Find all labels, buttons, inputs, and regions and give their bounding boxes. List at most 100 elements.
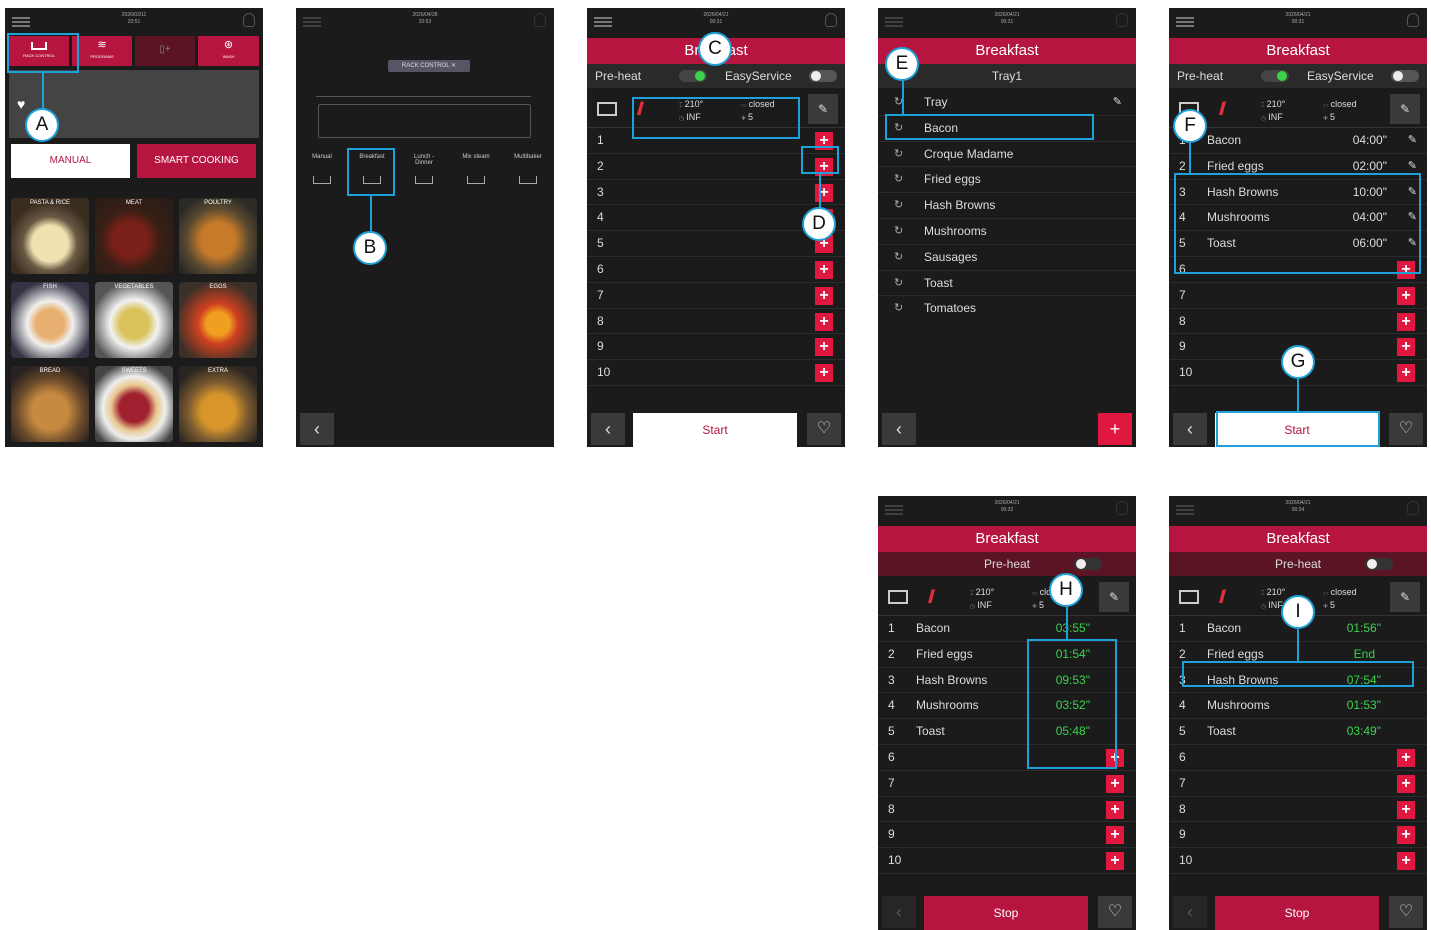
add-icon[interactable]: + (1397, 364, 1415, 383)
stop-button[interactable]: Stop (1215, 896, 1379, 930)
easyservice-toggle[interactable] (809, 70, 837, 82)
add-icon[interactable]: + (1106, 826, 1124, 845)
favorite-button[interactable]: ♡ (807, 413, 841, 445)
name-field[interactable] (318, 104, 531, 138)
back-button[interactable]: ‹ (300, 413, 334, 445)
mode-manual[interactable]: Manual (302, 154, 342, 184)
add-icon[interactable]: + (1397, 852, 1415, 871)
add-icon[interactable]: + (1106, 774, 1124, 793)
table-row[interactable]: 5 Toast 03:49" (1169, 719, 1427, 745)
recipe-item[interactable]: ↻ Toast (878, 271, 1136, 297)
add-icon[interactable]: + (1397, 338, 1415, 357)
category-pasta-rice[interactable]: PASTA & RICE (11, 198, 89, 274)
add-icon[interactable]: + (1397, 286, 1415, 305)
add-icon[interactable]: + (815, 183, 833, 202)
table-row[interactable]: 1Bacon04:00"✎ (1169, 128, 1427, 154)
add-icon[interactable]: + (1106, 800, 1124, 819)
back-button[interactable]: ‹ (1173, 896, 1207, 928)
recipe-item[interactable]: ↻ Fried eggs (878, 167, 1136, 194)
back-button[interactable]: ‹ (591, 413, 625, 445)
favorite-button[interactable]: ♡ (1098, 896, 1132, 928)
add-icon[interactable]: + (815, 338, 833, 357)
back-button[interactable]: ‹ (882, 413, 916, 445)
edit-icon[interactable]: ✎ (1390, 94, 1420, 124)
steam-icon: ≋ (97, 39, 107, 51)
table-row[interactable]: 1 Bacon 03:55" (878, 616, 1136, 642)
category-fish[interactable]: FISH (11, 282, 89, 358)
page-title: Breakfast (878, 526, 1136, 552)
recipe-item[interactable]: ↻ Tray ✎ (878, 90, 1136, 116)
add-icon[interactable]: + (815, 260, 833, 279)
category-extra[interactable]: EXTRA (179, 366, 257, 442)
tab-programs[interactable]: ≋ PROGRAMS (72, 36, 132, 66)
light-bulb-icon[interactable] (825, 13, 837, 27)
mode-list: Manual Breakfast Lunch - Dinner Mix stea… (296, 154, 554, 194)
callout-box-g (1216, 411, 1380, 447)
category-poultry[interactable]: POULTRY (179, 198, 257, 274)
favorite-button[interactable]: ♡ (1389, 413, 1423, 445)
edit-icon[interactable]: ✎ (1113, 90, 1122, 115)
edit-icon[interactable]: ✎ (1099, 582, 1129, 612)
rack-control-chip[interactable]: RACK CONTROL ✕ (388, 60, 470, 72)
light-bulb-icon[interactable] (1116, 13, 1128, 27)
temp-time-values[interactable]: ⌶ 210° ◷ INF (1261, 99, 1285, 125)
door-level-values[interactable]: ▭closed✚5 (1323, 587, 1357, 613)
edit-icon[interactable]: ✎ (1408, 128, 1417, 153)
stop-button[interactable]: Stop (924, 896, 1088, 930)
category-meat[interactable]: MEAT (95, 198, 173, 274)
recipe-item[interactable]: ↻ Mushrooms (878, 219, 1136, 245)
add-icon[interactable]: + (815, 364, 833, 383)
category-bread[interactable]: BREAD (11, 366, 89, 442)
tray-row: 6 + (587, 257, 845, 283)
category-eggs[interactable]: EGGS (179, 282, 257, 358)
add-icon[interactable]: + (1397, 748, 1415, 767)
temp-time-values[interactable]: ⌶ 210° ◷ INF (970, 587, 994, 613)
add-icon[interactable]: + (815, 286, 833, 305)
preheat-toggle[interactable] (1261, 70, 1289, 82)
table-row[interactable]: 4 Mushrooms 01:53" (1169, 693, 1427, 720)
light-bulb-icon[interactable] (534, 13, 546, 27)
add-icon[interactable]: + (1397, 312, 1415, 331)
screen-cooking-end: 2026/04/21 00:34 Breakfast Pre-heat /// ⌶… (1169, 496, 1427, 930)
callout-box-b (347, 148, 395, 196)
mode-multibaker[interactable]: Multibaker (506, 154, 550, 184)
add-button[interactable]: + (1098, 413, 1132, 445)
preheat-bar: Pre-heat EasyService (1169, 64, 1427, 88)
back-button[interactable]: ‹ (882, 896, 916, 928)
recipe-item[interactable]: ↻ Tomatoes (878, 296, 1136, 322)
recipe-item[interactable]: ↻ Croque Madame (878, 142, 1136, 168)
add-icon[interactable]: + (1397, 774, 1415, 793)
close-icon[interactable]: ✕ (451, 63, 456, 69)
recipe-item[interactable]: ↻ Hash Browns (878, 193, 1136, 219)
add-icon[interactable]: + (1397, 826, 1415, 845)
edit-icon[interactable]: ✎ (808, 94, 838, 124)
recipe-item[interactable]: ↻ Sausages (878, 245, 1136, 271)
edit-icon[interactable]: ✎ (1390, 582, 1420, 612)
tray-row: 10 + (587, 360, 845, 386)
preheat-toggle[interactable] (1074, 558, 1102, 570)
light-bulb-icon[interactable] (243, 13, 255, 27)
category-sweets[interactable]: SWEETS (95, 366, 173, 442)
add-icon[interactable]: + (1106, 852, 1124, 871)
tab-wash[interactable]: ⊛ WASH (198, 36, 259, 66)
mode-mix-steam[interactable]: Mix steam (456, 154, 496, 184)
light-bulb-icon[interactable] (1407, 13, 1419, 27)
easyservice-toggle[interactable] (1391, 70, 1419, 82)
category-vegetables[interactable]: VEGETABLES (95, 282, 173, 358)
mode-lunch-dinner[interactable]: Lunch - Dinner (404, 154, 444, 184)
add-icon[interactable]: + (815, 312, 833, 331)
door-level-values[interactable]: ▭closed✚5 (1323, 99, 1357, 125)
light-bulb-icon[interactable] (1116, 501, 1128, 515)
smart-cooking-button[interactable]: SMART COOKING (137, 144, 256, 178)
start-button[interactable]: Start (633, 413, 797, 447)
datetime: 2026/04/21 00:31 (1285, 12, 1311, 25)
heart-icon[interactable]: ♥ (17, 96, 25, 112)
add-icon[interactable]: + (1397, 800, 1415, 819)
favorite-button[interactable]: ♡ (1389, 896, 1423, 928)
light-bulb-icon[interactable] (1407, 501, 1419, 515)
tab-disabled[interactable]: ▯+ (135, 36, 195, 66)
manual-button[interactable]: MANUAL (11, 144, 130, 178)
preheat-toggle[interactable] (1365, 558, 1393, 570)
preheat-toggle[interactable] (679, 70, 707, 82)
back-button[interactable]: ‹ (1173, 413, 1207, 445)
